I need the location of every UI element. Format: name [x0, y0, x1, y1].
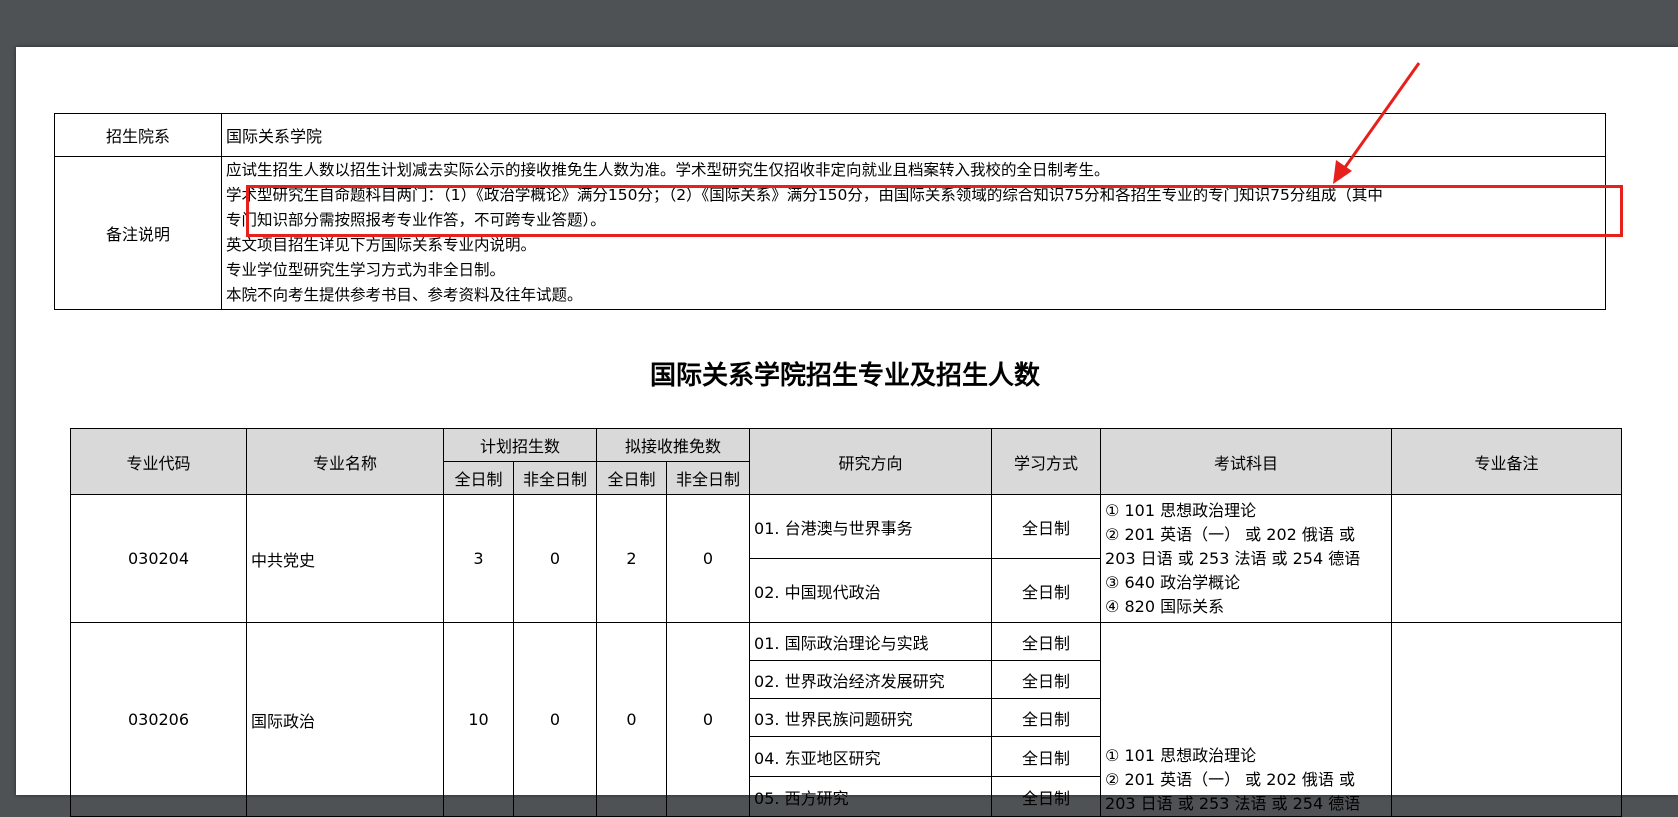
rec-part: 0 [666, 622, 751, 817]
exam-line: ① 101 思想政治理论 [1105, 500, 1257, 520]
dept-value: 国际关系学院 [221, 113, 1606, 157]
exam-line: ③ 640 政治学概论 [1105, 572, 1241, 592]
direction-name: 02. 世界政治经济发展研究 [749, 660, 993, 699]
study-mode: 全日制 [991, 660, 1102, 699]
direction-name: 01. 台港澳与世界事务 [749, 494, 993, 559]
note-line: 应试生招生人数以招生计划减去实际公示的接收推免生人数为准。学术型研究生仅招收非定… [226, 161, 1110, 179]
exam-line: 203 日语 或 253 法语 或 254 德语 [1105, 548, 1361, 568]
department-info-table: 招生院系 国际关系学院 备注说明 应试生招生人数以招生计划减去实际公示的接收推免… [54, 113, 1606, 310]
header-plan-full: 全日制 [443, 461, 514, 495]
note-line: 专业学位型研究生学习方式为非全日制。 [226, 261, 506, 279]
program-remarks [1391, 494, 1623, 623]
direction-name: 04. 东亚地区研究 [749, 736, 993, 777]
program-code: 030206 [70, 622, 247, 817]
header-remarks: 专业备注 [1391, 428, 1623, 495]
table-row: 030204 中共党史 3 0 2 0 01. 台港澳与世界事务 全日制 ① 1… [70, 494, 1623, 623]
header-study-mode: 学习方式 [991, 428, 1102, 495]
header-plan: 计划招生数 [442, 428, 598, 462]
exam-line: ④ 820 国际关系 [1105, 596, 1225, 616]
header-code: 专业代码 [70, 428, 247, 495]
direction-name: 02. 中国现代政治 [749, 558, 993, 623]
note-line-highlighted: 学术型研究生自命题科目两门：（1）《政治学概论》满分150分；（2）《国际关系》… [226, 186, 1383, 204]
plan-part: 0 [512, 622, 598, 817]
program-code: 030204 [70, 494, 247, 623]
program-name: 国际政治 [246, 622, 444, 817]
rec-part: 0 [666, 494, 751, 623]
header-name: 专业名称 [246, 428, 444, 495]
direction-name: 03. 世界民族问题研究 [749, 698, 993, 737]
program-remarks [1391, 622, 1623, 817]
plan-part: 0 [512, 494, 598, 623]
header-plan-part: 非全日制 [512, 461, 598, 495]
study-mode: 全日制 [991, 494, 1102, 559]
plan-full: 3 [443, 494, 514, 623]
header-rec-part: 非全日制 [666, 461, 751, 495]
table-row: 招生院系 国际关系学院 [54, 113, 1606, 157]
header-rec-full: 全日制 [596, 461, 668, 495]
header-recommend: 拟接收推免数 [596, 428, 751, 462]
programs-table: 专业代码 专业名称 计划招生数 拟接收推免数 研究方向 学习方式 考试科目 专业… [70, 428, 1623, 817]
program-name: 中共党史 [246, 494, 444, 623]
study-mode: 全日制 [991, 736, 1102, 777]
notes-label: 备注说明 [54, 156, 222, 310]
note-line: 本院不向考生提供参考书目、参考资料及往年试题。 [226, 286, 583, 304]
study-mode: 全日制 [991, 622, 1102, 661]
direction-name: 05. 西方研究 [749, 776, 993, 817]
exam-line: 203 日语 或 253 法语 或 254 德语 [1105, 794, 1361, 813]
study-mode: 全日制 [991, 698, 1102, 737]
exam-subjects: ① 101 思想政治理论 ② 201 英语（一） 或 202 俄语 或 203 … [1100, 622, 1393, 817]
exam-line: ① 101 思想政治理论 [1105, 746, 1257, 765]
rec-full: 0 [596, 622, 668, 817]
rec-full: 2 [596, 494, 668, 623]
note-line: 英文项目招生详见下方国际关系专业内说明。 [226, 236, 537, 254]
section-title: 国际关系学院招生专业及招生人数 [649, 361, 1040, 391]
header-direction: 研究方向 [749, 428, 993, 495]
study-mode: 全日制 [991, 558, 1102, 623]
dept-label: 招生院系 [54, 113, 222, 157]
notes-content: 应试生招生人数以招生计划减去实际公示的接收推免生人数为准。学术型研究生仅招收非定… [221, 156, 1606, 310]
header-row: 专业代码 专业名称 计划招生数 拟接收推免数 研究方向 学习方式 考试科目 专业… [70, 428, 1623, 495]
table-row: 030206 国际政治 10 0 0 0 01. 国际政治理论与实践 全日制 ①… [70, 622, 1623, 817]
plan-full: 10 [443, 622, 514, 817]
direction-name: 01. 国际政治理论与实践 [749, 622, 993, 661]
table-row: 备注说明 应试生招生人数以招生计划减去实际公示的接收推免生人数为准。学术型研究生… [54, 156, 1606, 310]
study-mode: 全日制 [991, 776, 1102, 817]
note-line-highlighted: 专门知识部分需按照报考专业作答，不可跨专业答题）。 [226, 211, 606, 229]
header-exam: 考试科目 [1100, 428, 1393, 495]
exam-line: ② 201 英语（一） 或 202 俄语 或 [1105, 770, 1355, 789]
exam-subjects: ① 101 思想政治理论 ② 201 英语（一） 或 202 俄语 或 203 … [1100, 494, 1393, 623]
exam-line: ② 201 英语（一） 或 202 俄语 或 [1105, 524, 1355, 544]
